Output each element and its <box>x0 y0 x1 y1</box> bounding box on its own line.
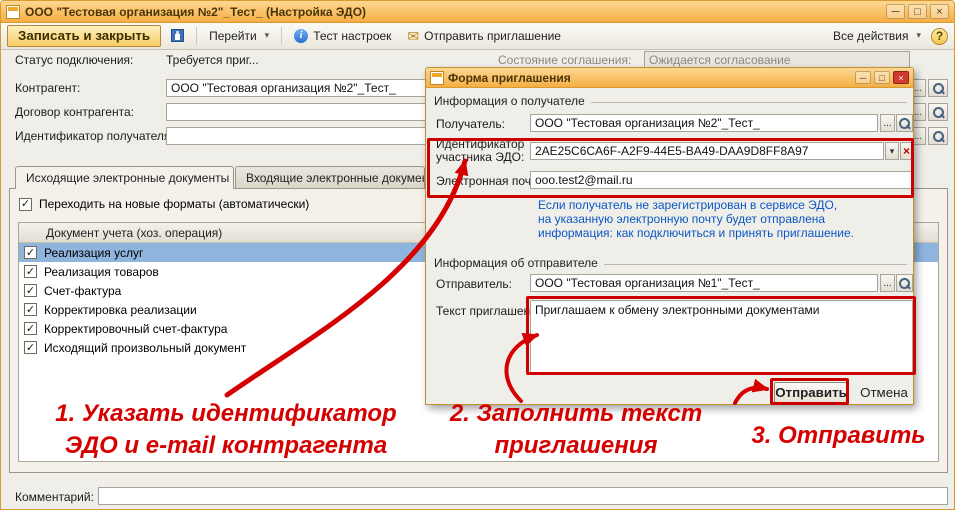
row-label: Корректировочный счет-фактура <box>44 321 228 336</box>
all-actions-button[interactable]: Все действия <box>827 27 927 46</box>
status-label: Статус подключения: <box>15 53 134 67</box>
test-settings-label: Тест настроек <box>313 28 392 43</box>
application-window: ООО "Тестовая организация №2"_Тест_ (Нас… <box>0 0 955 510</box>
annotation-step1-line1: 1. Указать идентификатор <box>55 400 397 427</box>
floppy-icon <box>171 29 185 42</box>
receiver-id-search-button[interactable] <box>928 127 948 145</box>
app-icon <box>6 4 20 19</box>
highlight-rect-identifier-email <box>427 138 914 198</box>
window-title: ООО "Тестовая организация №2"_Тест_ (Нас… <box>25 4 367 19</box>
recipient-group-header: Информация о получателе <box>434 94 907 108</box>
row-checkbox[interactable] <box>24 265 37 278</box>
sender-field[interactable]: ООО "Тестовая организация №1"_Тест_ <box>530 274 878 292</box>
counterparty-label: Контрагент: <box>15 81 81 95</box>
row-checkbox[interactable] <box>24 303 37 316</box>
test-settings-button[interactable]: Тест настроек <box>288 27 397 46</box>
counterparty-search-button[interactable] <box>928 79 948 97</box>
recipient-select-button[interactable] <box>880 114 895 132</box>
sender-label: Отправитель: <box>436 277 512 291</box>
magnifier-icon <box>932 106 945 119</box>
magnifier-icon <box>898 277 911 290</box>
status-value: Требуется приг... <box>166 53 259 67</box>
toolbar-separator <box>281 27 283 45</box>
row-checkbox[interactable] <box>24 246 37 259</box>
receiver-id-label: Идентификатор получателя: <box>15 129 174 143</box>
comment-field[interactable] <box>98 487 948 505</box>
row-label: Реализация товаров <box>44 264 159 279</box>
main-toolbar: Записать и закрыть Перейти Тест настроек… <box>1 23 954 50</box>
recipient-label: Получатель: <box>436 117 505 131</box>
dialog-icon <box>430 70 444 85</box>
row-checkbox[interactable] <box>24 341 37 354</box>
agreement-label: Состояние соглашения: <box>498 53 632 67</box>
sender-group-header: Информация об отправителе <box>434 256 907 270</box>
highlight-rect-invite-text <box>526 296 916 375</box>
dialog-minimize-icon[interactable] <box>855 71 871 84</box>
registration-hint: Если получатель не зарегистрирован в сер… <box>538 198 854 240</box>
info-icon <box>294 28 309 43</box>
toolbar-separator <box>196 27 198 45</box>
annotation-step2-line2: приглашения <box>494 432 658 459</box>
dialog-maximize-icon[interactable] <box>874 71 890 84</box>
sender-select-button[interactable] <box>880 274 895 292</box>
tab-outgoing-documents[interactable]: Исходящие электронные документы <box>15 166 234 189</box>
row-label: Счет-фактура <box>44 283 122 298</box>
save-and-close-button[interactable]: Записать и закрыть <box>7 25 162 47</box>
row-label: Исходящий произвольный документ <box>44 340 247 355</box>
magnifier-icon <box>932 130 945 143</box>
recipient-field[interactable]: ООО "Тестовая организация №2"_Тест_ <box>530 114 878 132</box>
dialog-titlebar: Форма приглашения <box>426 68 913 88</box>
window-titlebar: ООО "Тестовая организация №2"_Тест_ (Нас… <box>1 1 954 23</box>
minimize-icon[interactable] <box>886 4 905 19</box>
contract-search-button[interactable] <box>928 103 948 121</box>
help-button[interactable]: ? <box>931 27 948 45</box>
row-checkbox[interactable] <box>24 284 37 297</box>
envelope-icon <box>407 29 419 43</box>
annotation-step2-line1: 2. Заполнить текст <box>449 400 703 427</box>
row-label: Реализация услуг <box>44 245 144 260</box>
dialog-close-icon[interactable] <box>893 71 909 84</box>
magnifier-icon <box>932 82 945 95</box>
row-checkbox[interactable] <box>24 322 37 335</box>
send-invitation-label: Отправить приглашение <box>424 28 561 43</box>
close-icon[interactable] <box>930 4 949 19</box>
dialog-title: Форма приглашения <box>448 70 571 85</box>
tab-incoming-documents[interactable]: Входящие электронные документы <box>235 166 425 188</box>
comment-label: Комментарий: <box>15 490 94 504</box>
send-invitation-button[interactable]: Отправить приглашение <box>401 27 567 46</box>
auto-format-label: Переходить на новые форматы (автоматичес… <box>39 197 310 211</box>
highlight-rect-send-button <box>770 378 849 405</box>
recipient-search-button[interactable] <box>896 114 913 132</box>
magnifier-icon <box>898 117 911 130</box>
cancel-button[interactable]: Отмена <box>856 382 912 403</box>
auto-format-checkbox[interactable] <box>19 197 32 211</box>
contract-label: Договор контрагента: <box>15 105 134 119</box>
row-label: Корректировка реализации <box>44 302 197 317</box>
maximize-icon[interactable] <box>908 4 927 19</box>
sender-search-button[interactable] <box>896 274 913 292</box>
goto-menu-button[interactable]: Перейти <box>203 27 275 46</box>
annotation-step3: 3. Отправить <box>751 422 926 449</box>
annotation-step1-line2: ЭДО и e-mail контрагента <box>64 432 388 459</box>
save-button[interactable] <box>165 27 190 45</box>
